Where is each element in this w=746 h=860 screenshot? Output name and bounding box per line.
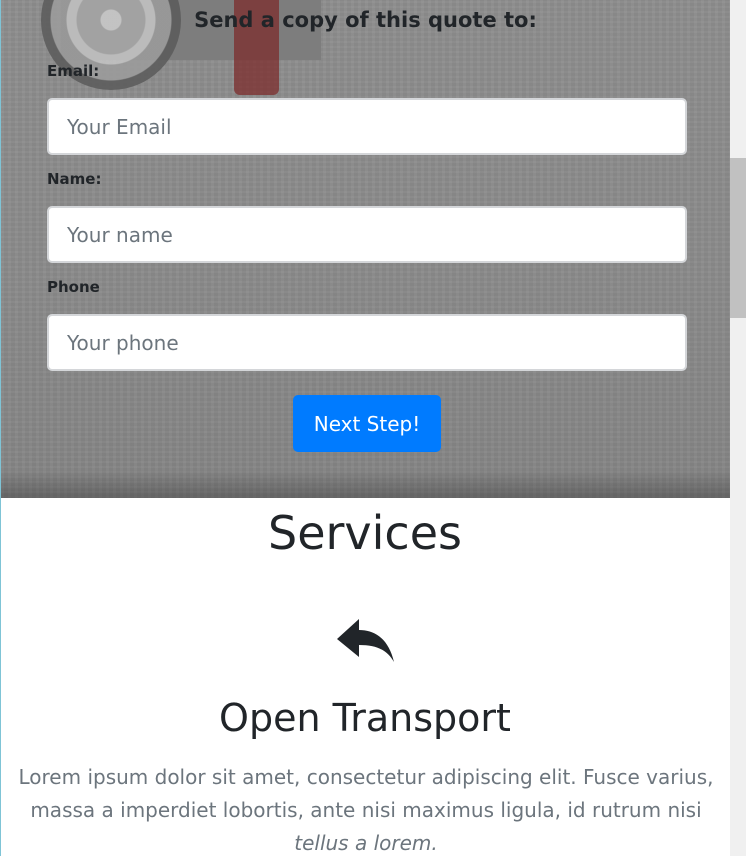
service-description: Lorem ipsum dolor sit amet, consectetur … [2,761,730,860]
reply-arrow-icon [337,619,394,662]
vertical-scrollbar[interactable] [730,0,746,856]
quote-hero-section: Send a copy of this quote to: Email: Nam… [1,0,730,498]
hero-bottom-shadow [1,470,730,498]
name-label: Name: [47,170,102,188]
phone-label: Phone [47,278,100,296]
name-field[interactable] [47,206,687,263]
services-heading: Services [268,506,462,560]
service-description-text: Lorem ipsum dolor sit amet, consectetur … [18,765,714,822]
scrollbar-thumb[interactable] [730,158,746,318]
service-description-emphasis: tellus a lorem. [294,831,438,855]
email-field[interactable] [47,98,687,155]
service-title-open-transport: Open Transport [219,696,511,740]
quote-form-title: Send a copy of this quote to: [194,8,537,32]
next-step-button[interactable]: Next Step! [293,395,441,452]
email-label: Email: [47,62,100,80]
phone-field[interactable] [47,314,687,371]
